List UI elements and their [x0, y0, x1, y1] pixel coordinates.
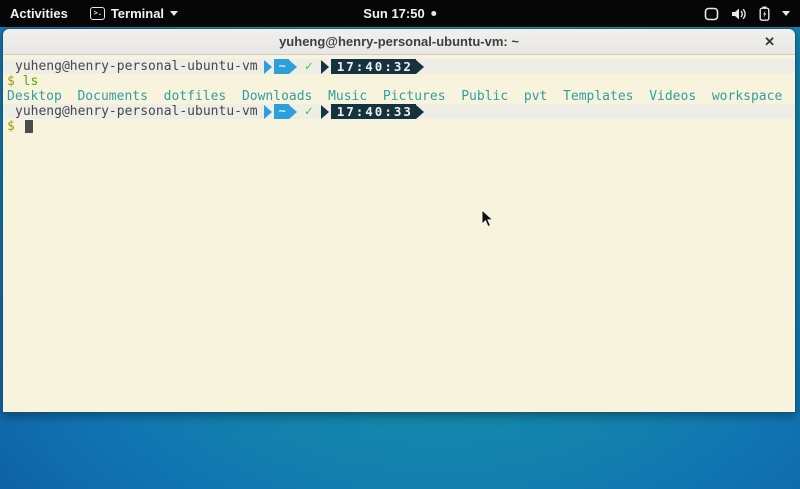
terminal-content[interactable]: yuheng@henry-personal-ubuntu-vm ~ ✓ 17:4…: [3, 55, 795, 413]
clock-label: Sun 17:50: [363, 6, 424, 21]
prompt-symbol: $: [3, 119, 15, 134]
powerline-time-segment: 17:40:33: [321, 104, 424, 119]
top-bar: Activities >. Terminal Sun 17:50: [0, 0, 800, 27]
app-menu-label: Terminal: [111, 6, 164, 21]
directory-name: Downloads: [242, 89, 312, 104]
system-status-menu[interactable]: [694, 0, 800, 27]
prompt-user: yuheng@henry-personal-ubuntu-vm: [3, 59, 258, 74]
screen-cast-icon: [704, 7, 719, 21]
input-line[interactable]: $: [3, 119, 795, 134]
notification-dot-icon: [432, 11, 437, 16]
command-text: ls: [23, 74, 39, 89]
directory-name: Videos: [649, 89, 696, 104]
terminal-window: yuheng@henry-personal-ubuntu-vm: ~ ✕ yuh…: [2, 28, 796, 413]
status-check-icon: ✓: [305, 104, 313, 119]
directory-name: Templates: [563, 89, 633, 104]
directory-name: Documents: [77, 89, 147, 104]
volume-icon: [731, 7, 747, 21]
directory-name: dotfiles: [164, 89, 227, 104]
directory-name: Public: [461, 89, 508, 104]
terminal-cursor: [25, 120, 33, 133]
close-button[interactable]: ✕: [760, 29, 779, 54]
chevron-down-icon: [782, 11, 790, 16]
directory-name: Desktop: [7, 89, 62, 104]
window-title: yuheng@henry-personal-ubuntu-vm: ~: [279, 34, 519, 49]
prompt-line-2: yuheng@henry-personal-ubuntu-vm ~ ✓ 17:4…: [3, 104, 795, 119]
prompt-user: yuheng@henry-personal-ubuntu-vm: [3, 104, 258, 119]
chevron-down-icon: [170, 11, 178, 16]
status-check-icon: ✓: [305, 59, 313, 74]
command-line: $ ls: [3, 74, 795, 89]
desktop-screen: Activities >. Terminal Sun 17:50: [0, 0, 800, 489]
app-menu-button[interactable]: >. Terminal: [82, 0, 186, 27]
prompt-line-1: yuheng@henry-personal-ubuntu-vm ~ ✓ 17:4…: [3, 59, 795, 74]
prompt-symbol: $: [3, 74, 15, 89]
directory-name: workspace: [712, 89, 782, 104]
powerline-time-segment: 17:40:32: [321, 59, 424, 74]
directory-name: pvt: [524, 89, 547, 104]
clock-button[interactable]: Sun 17:50: [353, 0, 446, 27]
activities-button[interactable]: Activities: [0, 0, 82, 27]
ls-output-line: Desktop Documents dotfiles Downloads Music Pi…: [3, 89, 795, 104]
window-titlebar[interactable]: yuheng@henry-personal-ubuntu-vm: ~ ✕: [3, 29, 795, 55]
directory-name: Pictures: [383, 89, 446, 104]
battery-charging-icon: [759, 6, 770, 21]
powerline-path-segment: ~: [264, 104, 297, 119]
powerline-path-segment: ~: [264, 59, 297, 74]
terminal-app-icon: >.: [90, 7, 105, 20]
directory-name: Music: [328, 89, 367, 104]
